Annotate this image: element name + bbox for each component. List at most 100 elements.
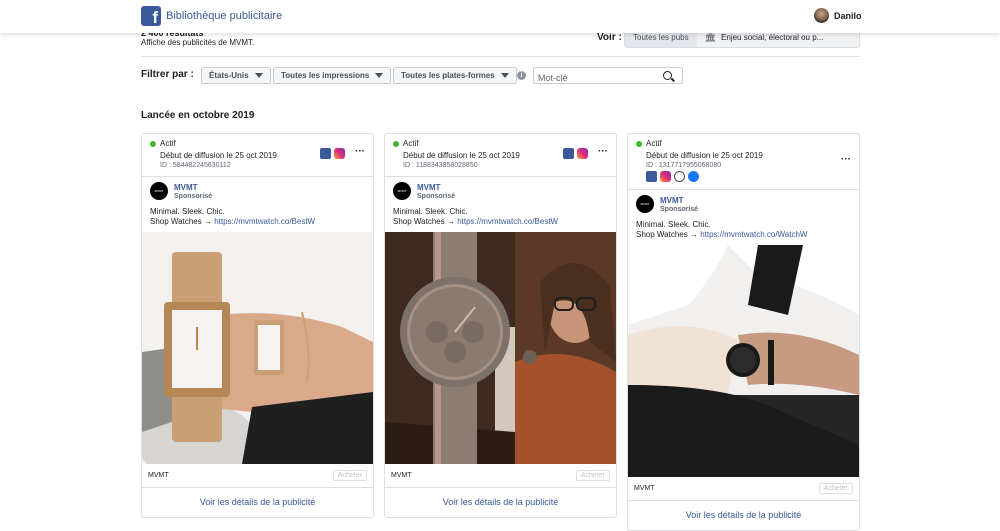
status-text: Actif xyxy=(160,139,176,148)
status-text: Actif xyxy=(646,139,662,148)
start-date: Début de diffusion le 25 oct 2019 xyxy=(646,151,763,160)
ad-image[interactable] xyxy=(385,232,616,464)
ad-footer: MVMT Acheter xyxy=(385,464,616,487)
ad-link[interactable]: https://mvmtwatch.co/WatchW xyxy=(700,230,807,239)
divider xyxy=(141,56,860,57)
search-input[interactable] xyxy=(534,71,662,85)
instagram-icon xyxy=(577,148,588,159)
ad-copy-line: Minimal. Sleek. Chic. xyxy=(636,220,711,229)
advertiser-name[interactable]: MVMT xyxy=(174,183,212,193)
ad-footer: MVMT Acheter xyxy=(628,477,859,500)
platform-icons xyxy=(646,171,851,182)
facebook-icon xyxy=(563,148,574,159)
ad-copy-prefix: Shop Watches → xyxy=(150,217,215,226)
ad-card-header: Actif Début de diffusion le 25 oct 2019 … xyxy=(628,134,859,182)
ad-image[interactable] xyxy=(628,245,859,477)
section-title: Lancée en octobre 2019 xyxy=(141,110,255,121)
ad-copy: Minimal. Sleek. Chic. Shop Watches → htt… xyxy=(385,200,616,227)
more-options-icon[interactable]: ··· xyxy=(598,146,608,157)
ad-card: Actif Début de diffusion le 25 oct 2019 … xyxy=(384,133,617,518)
ad-image-illustration xyxy=(628,245,859,477)
top-bar: f Bibliothèque publicitaire Danilo xyxy=(0,0,1000,33)
cta-button[interactable]: Acheter xyxy=(575,470,610,481)
ad-card-header: Actif Début de diffusion le 25 oct 2019 … xyxy=(385,134,616,169)
messenger-icon xyxy=(688,171,699,182)
footer-advertiser: MVMT xyxy=(148,472,169,479)
ad-copy: Minimal. Sleek. Chic. Shop Watches → htt… xyxy=(142,200,373,227)
footer-advertiser: MVMT xyxy=(634,485,655,492)
sponsored-label: Sponsorisé xyxy=(417,192,456,200)
view-details-link[interactable]: Voir les détails de la publicité xyxy=(385,487,616,517)
ad-id: ID : 1317717955068080 xyxy=(646,162,722,169)
advertiser-logo[interactable]: MVMT xyxy=(636,195,654,213)
cta-button[interactable]: Acheter xyxy=(332,470,367,481)
ad-image-illustration xyxy=(142,232,373,464)
avatar[interactable] xyxy=(814,8,829,23)
ad-copy-line: Shop Watches → https://mvmtwatch.co/Best… xyxy=(393,217,608,227)
ad-id: ID : 584482245630112 xyxy=(160,162,231,169)
ad-copy-line: Minimal. Sleek. Chic. xyxy=(393,207,468,216)
chevron-down-icon xyxy=(375,73,384,79)
ad-copy-line: Shop Watches → https://mvmtwatch.co/Best… xyxy=(150,217,365,227)
user-name[interactable]: Danilo xyxy=(834,11,862,21)
ad-footer: MVMT Acheter xyxy=(142,464,373,487)
platform-icons xyxy=(563,148,588,159)
ad-copy-line: Shop Watches → https://mvmtwatch.co/Watc… xyxy=(636,230,851,240)
ad-link[interactable]: https://mvmtwatch.co/BestW xyxy=(214,217,315,226)
status-text: Actif xyxy=(403,139,419,148)
more-options-icon[interactable]: ··· xyxy=(841,154,851,165)
voir-label: Voir : xyxy=(597,32,622,43)
filter-label: Filtrer par : xyxy=(141,69,194,80)
app-title[interactable]: Bibliothèque publicitaire xyxy=(166,10,282,22)
ad-copy-prefix: Shop Watches → xyxy=(636,230,701,239)
advertiser-logo[interactable]: MVMT xyxy=(393,182,411,200)
ad-copy-prefix: Shop Watches → xyxy=(393,217,458,226)
status-badge: Actif xyxy=(150,139,365,148)
info-icon[interactable]: i xyxy=(517,71,526,80)
instagram-icon xyxy=(660,171,671,182)
status-badge: Actif xyxy=(636,139,851,148)
ad-id: ID : 1188343858028850 xyxy=(403,162,478,169)
advertiser-name[interactable]: MVMT xyxy=(417,183,455,193)
advertiser-row: MVMT MVMT Sponsorisé xyxy=(385,176,616,200)
country-dropdown[interactable]: États-Unis xyxy=(201,67,271,84)
view-details-link[interactable]: Voir les détails de la publicité xyxy=(142,487,373,517)
ad-copy-line: Minimal. Sleek. Chic. xyxy=(150,207,225,216)
ad-card-header: Actif Début de diffusion le 25 oct 2019 … xyxy=(142,134,373,169)
impressions-dropdown[interactable]: Toutes les impressions xyxy=(273,67,392,84)
facebook-icon xyxy=(320,148,331,159)
instagram-icon xyxy=(334,148,345,159)
advertiser-name[interactable]: MVMT xyxy=(660,196,698,206)
sponsored-label: Sponsorisé xyxy=(660,205,699,213)
advertiser-logo[interactable]: MVMT xyxy=(150,182,168,200)
ad-copy: Minimal. Sleek. Chic. Shop Watches → htt… xyxy=(628,213,859,240)
view-details-link[interactable]: Voir les détails de la publicité xyxy=(628,500,859,530)
platforms-dropdown[interactable]: Toutes les plates-formes xyxy=(393,67,517,84)
platform-icons xyxy=(320,148,345,159)
results-subtitle: Affiche des publicités de MVMT. xyxy=(141,38,255,47)
sponsored-label: Sponsorisé xyxy=(174,192,213,200)
footer-advertiser: MVMT xyxy=(391,472,412,479)
advertiser-row: MVMT MVMT Sponsorisé xyxy=(142,176,373,200)
active-dot-icon xyxy=(636,140,642,147)
ad-card: Actif Début de diffusion le 25 oct 2019 … xyxy=(627,133,860,531)
active-dot-icon xyxy=(150,140,156,147)
tab-social-issues-label: Enjeu social, électoral ou p... xyxy=(721,33,824,42)
cta-button[interactable]: Acheter xyxy=(818,483,853,494)
facebook-icon xyxy=(646,171,657,182)
chevron-down-icon xyxy=(500,73,509,79)
ad-link[interactable]: https://mvmtwatch.co/BestW xyxy=(457,217,558,226)
advertiser-row: MVMT MVMT Sponsorisé xyxy=(628,189,859,213)
ad-image-illustration xyxy=(385,232,616,464)
platforms-dropdown-label: Toutes les plates-formes xyxy=(401,71,495,80)
ad-image[interactable] xyxy=(142,232,373,464)
chevron-down-icon xyxy=(254,73,263,79)
impressions-dropdown-label: Toutes les impressions xyxy=(281,71,370,80)
audience-network-icon xyxy=(674,171,685,182)
facebook-logo-icon[interactable]: f xyxy=(141,6,161,26)
country-dropdown-label: États-Unis xyxy=(209,71,249,80)
more-options-icon[interactable]: ··· xyxy=(355,146,365,157)
ad-card: Actif Début de diffusion le 25 oct 2019 … xyxy=(141,133,374,518)
search-box xyxy=(533,67,683,85)
search-icon[interactable] xyxy=(663,71,672,80)
